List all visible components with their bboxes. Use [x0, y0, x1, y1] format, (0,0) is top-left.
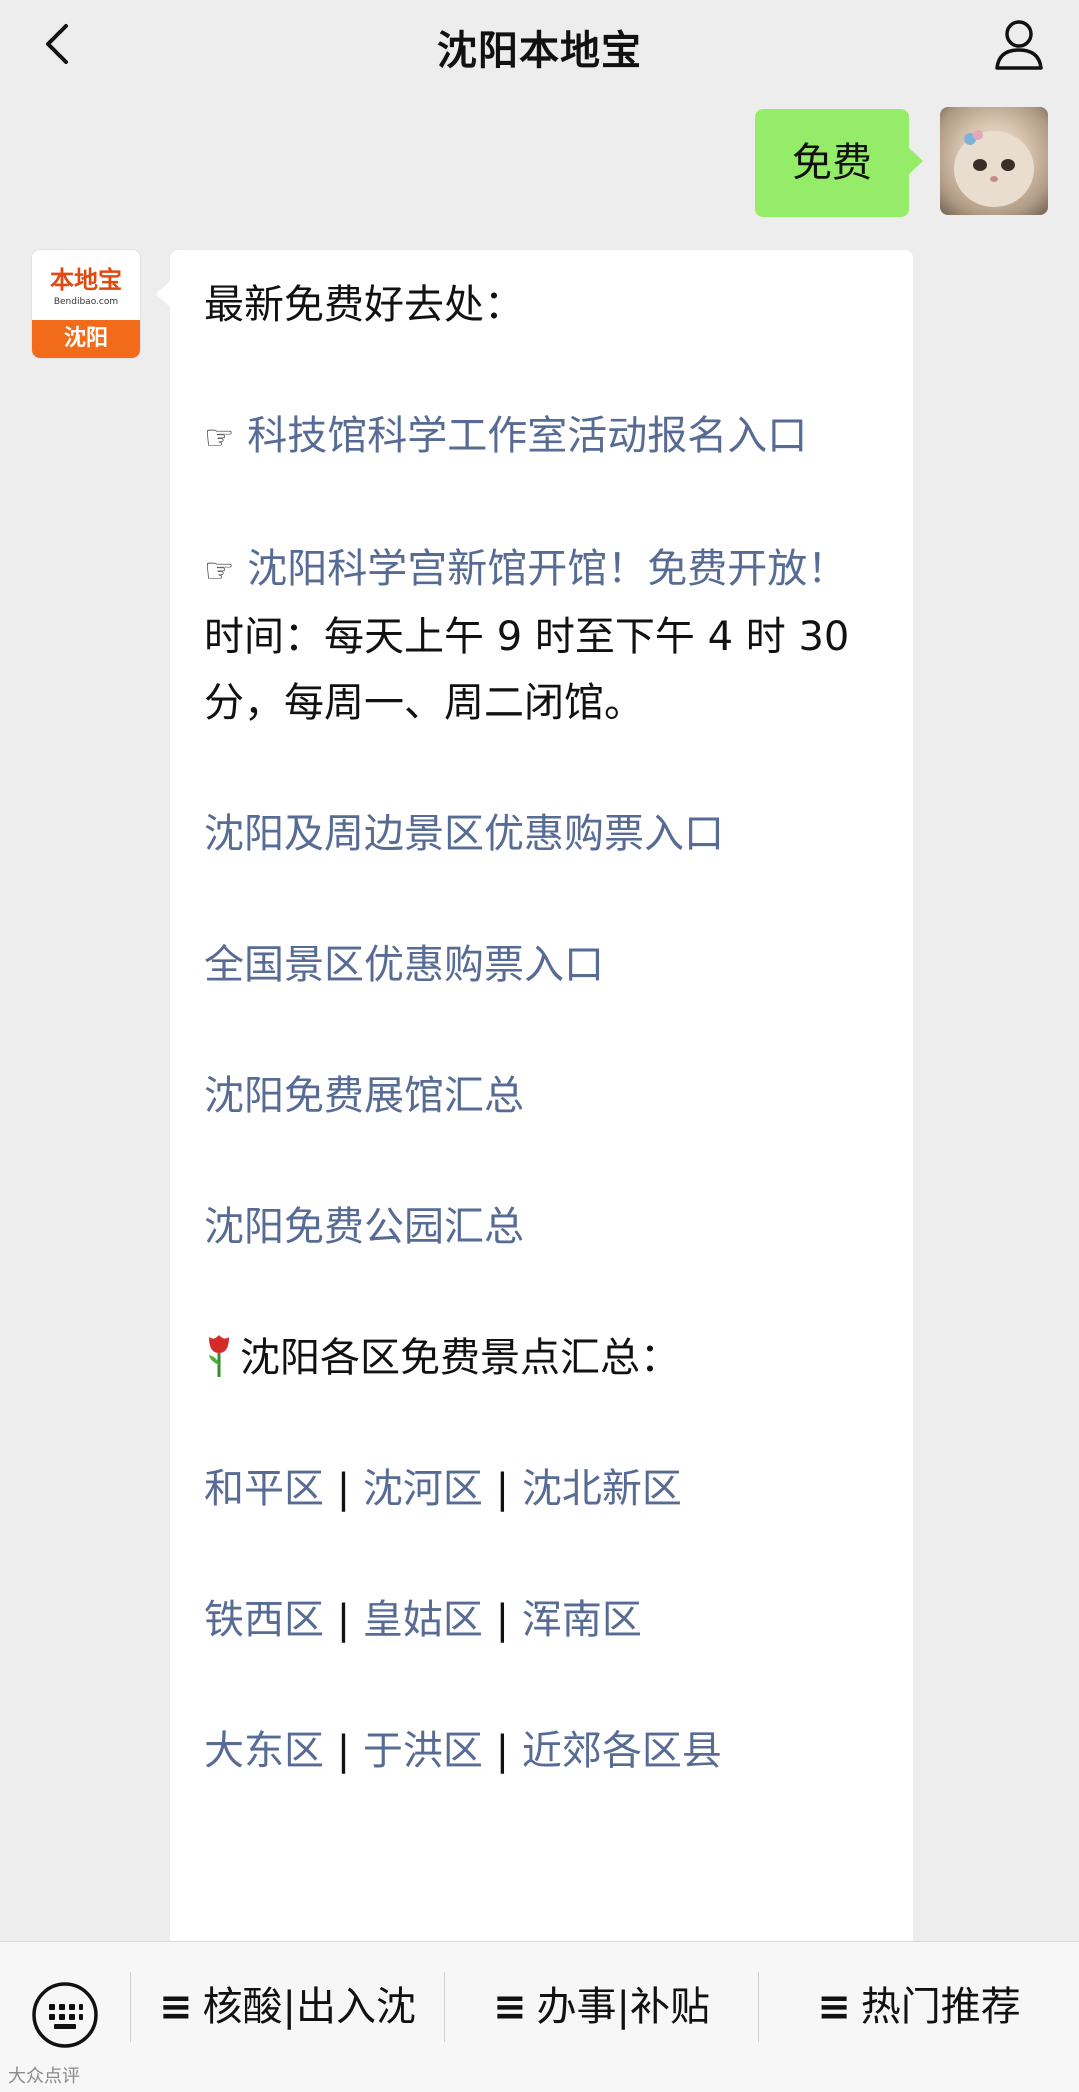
- separator: |: [495, 1466, 510, 1512]
- pointing-hand-icon: ☞: [204, 418, 235, 458]
- user-profile-icon[interactable]: [987, 12, 1051, 76]
- link-shenyang-tickets[interactable]: 沈阳及周边景区优惠购票入口: [204, 811, 724, 857]
- message-heading: 最新免费好去处：: [204, 282, 524, 328]
- menu-affairs-subsidy[interactable]: ≡ 办事|补贴: [445, 1942, 758, 2072]
- keyboard-icon[interactable]: [30, 1980, 100, 2050]
- menu-list-icon: ≡: [493, 1984, 527, 2030]
- link-district-tiexi[interactable]: 铁西区: [204, 1597, 324, 1643]
- menu-list-icon: ≡: [817, 1984, 851, 2030]
- watermark: 大众点评: [8, 2066, 80, 2087]
- link-district-hunnan[interactable]: 浑南区: [522, 1597, 642, 1643]
- message-content: 最新免费好去处： ☞ 科技馆科学工作室活动报名入口 ☞ 沈阳科学宫新馆开馆！免费…: [204, 272, 884, 1849]
- link-district-shenbei[interactable]: 沈北新区: [522, 1466, 682, 1512]
- menu-label: 办事|补贴: [536, 1984, 710, 2030]
- bendibao-logo: 本地宝 Bendibao.com: [32, 250, 140, 320]
- link-free-museums[interactable]: 沈阳免费展馆汇总: [204, 1073, 524, 1119]
- separator: |: [495, 1597, 510, 1643]
- cat-photo-icon: [954, 130, 1034, 207]
- menu-nucleic-acid[interactable]: ≡ 核酸|出入沈: [131, 1942, 444, 2072]
- link-district-huanggu[interactable]: 皇姑区: [363, 1597, 483, 1643]
- separator: |: [495, 1728, 510, 1774]
- bendibao-city-label: 沈阳: [32, 320, 140, 358]
- link-science-palace[interactable]: 沈阳科学宫新馆开馆！免费开放！: [247, 546, 847, 592]
- chat-title: 沈阳本地宝: [437, 28, 642, 74]
- section-heading-text: 沈阳各区免费景点汇总：: [240, 1335, 680, 1381]
- official-account-menu-bar: ≡ 核酸|出入沈 ≡ 办事|补贴 ≡ 热门推荐: [0, 1941, 1079, 2092]
- link-district-heping[interactable]: 和平区: [204, 1466, 324, 1512]
- incoming-message: 最新免费好去处： ☞ 科技馆科学工作室活动报名入口 ☞ 沈阳科学宫新馆开馆！免费…: [156, 250, 913, 1950]
- separator: |: [336, 1597, 351, 1643]
- separator: |: [336, 1466, 351, 1512]
- link-science-workshop[interactable]: 科技馆科学工作室活动报名入口: [247, 413, 807, 459]
- district-row: 大东区 | 于洪区 | 近郊各区县: [204, 1718, 884, 1784]
- link-district-yuhong[interactable]: 于洪区: [363, 1728, 483, 1774]
- link-district-dadong[interactable]: 大东区: [204, 1728, 324, 1774]
- menu-label: 核酸|出入沈: [202, 1984, 416, 2030]
- list-item: ☞ 科技馆科学工作室活动报名入口: [204, 403, 884, 471]
- bendibao-avatar[interactable]: 本地宝 Bendibao.com 沈阳: [32, 250, 140, 358]
- list-item: ☞ 沈阳科学宫新馆开馆！免费开放！: [204, 536, 884, 604]
- opening-hours: 时间：每天上午 9 时至下午 4 时 30 分，每周一、周二闭馆。: [204, 614, 850, 726]
- link-national-tickets[interactable]: 全国景区优惠购票入口: [204, 942, 604, 988]
- pointing-hand-icon: ☞: [204, 551, 235, 591]
- link-district-shenhe[interactable]: 沈河区: [363, 1466, 483, 1512]
- link-free-parks[interactable]: 沈阳免费公园汇总: [204, 1204, 524, 1250]
- outgoing-message[interactable]: 免费: [755, 109, 923, 217]
- rose-icon: [209, 1335, 229, 1377]
- chat-header: 沈阳本地宝: [0, 0, 1079, 88]
- link-district-jinjiao[interactable]: 近郊各区县: [522, 1728, 722, 1774]
- district-row: 铁西区 | 皇姑区 | 浑南区: [204, 1587, 884, 1653]
- outgoing-message-text: 免费: [792, 140, 872, 186]
- bendibao-logo-text: 本地宝: [50, 265, 122, 294]
- menu-list-icon: ≡: [159, 1984, 193, 2030]
- section-heading: 沈阳各区免费景点汇总：: [204, 1325, 884, 1391]
- menu-label: 热门推荐: [860, 1984, 1021, 2030]
- bendibao-logo-sub: Bendibao.com: [53, 297, 119, 307]
- user-avatar[interactable]: [940, 107, 1048, 215]
- menu-hot-recommend[interactable]: ≡ 热门推荐: [759, 1942, 1079, 2072]
- separator: |: [336, 1728, 351, 1774]
- district-row: 和平区 | 沈河区 | 沈北新区: [204, 1456, 884, 1522]
